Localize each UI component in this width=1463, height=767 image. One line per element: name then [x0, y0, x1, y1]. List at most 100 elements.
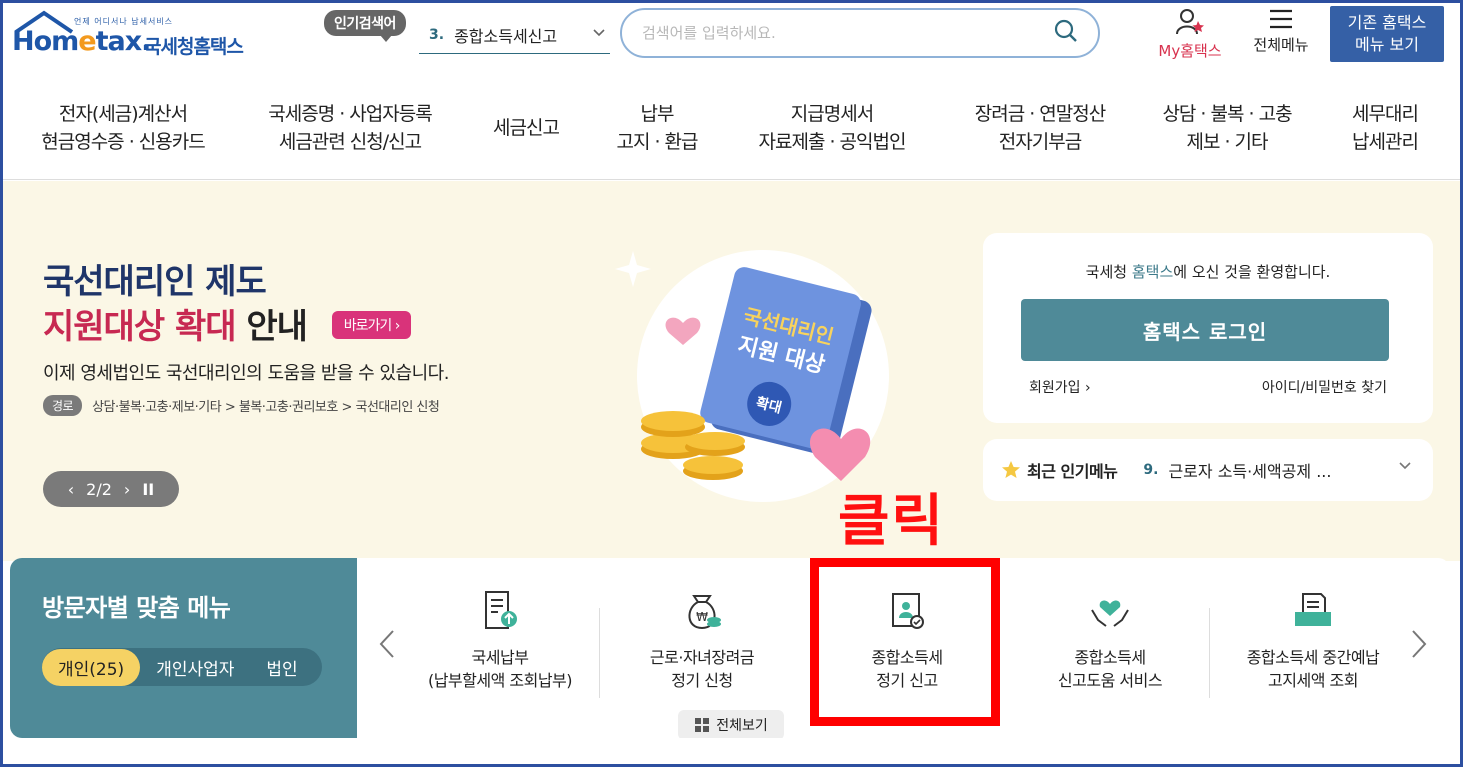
login-button[interactable]: 홈택스 로그인: [1021, 299, 1389, 361]
nav-label: 세금신고: [493, 117, 560, 139]
search-icon[interactable]: [1054, 19, 1078, 47]
hometax-logo[interactable]: 언제 어디서나 납세서비스 Hometax. 국세청홈택스: [12, 8, 262, 68]
view-all-button[interactable]: 전체보기: [678, 710, 784, 738]
logo-korean-name: 국세청홈택스: [144, 36, 244, 58]
hands-heart-icon: [1091, 600, 1129, 627]
nav-label: 지급명세서: [790, 103, 874, 125]
old-menu-label-1: 기존 홈택스: [1347, 13, 1427, 32]
tab-individual[interactable]: 개인(25): [42, 648, 141, 686]
nav-item-payment-statement[interactable]: 지급명세서자료제출 · 공익법인: [742, 100, 922, 156]
menu-item-sublabel: (납부할세액 조회납부): [427, 671, 573, 690]
find-id-password-link[interactable]: 아이디/비밀번호 찾기: [1262, 377, 1387, 397]
menu-item-label: 국세납부: [471, 648, 529, 667]
view-all-label: 전체보기: [716, 718, 768, 734]
divider: [599, 608, 600, 698]
banner-title: 국선대리인 제도: [43, 262, 267, 302]
popular-keyword-text[interactable]: 종합소득세신고: [454, 23, 557, 47]
star-icon: [1002, 461, 1020, 478]
path-text: 상담·불복·고충·제보·기타 > 불복·고충·권리보호 > 국선대리인 신청: [92, 400, 440, 415]
nav-sublabel: 고지 · 환급: [616, 131, 698, 153]
my-hometax-link[interactable]: My홈택스: [1150, 8, 1230, 61]
nav-label: 세무대리: [1352, 103, 1419, 125]
nav-sublabel: 자료제출 · 공익법인: [758, 131, 907, 153]
visitor-menu-title: 방문자별 맞춤 메뉴: [42, 594, 231, 622]
welcome-post: 에 오신 것을 환영합니다.: [1173, 263, 1331, 281]
banner-go-button[interactable]: 바로가기 ›: [331, 311, 412, 339]
money-bag-icon: ₩: [688, 595, 721, 630]
pager-count: 2/2: [86, 479, 112, 499]
menu-item-interim-prepayment[interactable]: 종합소득세 중간예납 고지세액 조회: [1218, 588, 1408, 692]
recent-menu-rank: 9.: [1143, 462, 1159, 478]
chevron-right-icon[interactable]: ›: [124, 480, 130, 499]
welcome-message: 국세청 홈택스에 오신 것을 환영합니다.: [983, 261, 1433, 282]
all-menu-label: 전체메뉴: [1253, 36, 1309, 54]
menu-item-sublabel: 정기 신청: [671, 671, 733, 690]
tab-sole-proprietor[interactable]: 개인사업자: [140, 649, 250, 686]
nav-label: 납부: [640, 103, 675, 125]
menu-item-sublabel: 신고도움 서비스: [1057, 671, 1163, 690]
welcome-pre: 국세청: [1085, 263, 1132, 281]
visitor-menu-header: 방문자별 맞춤 메뉴 개인(25) 개인사업자 법인: [10, 558, 357, 738]
my-hometax-label: My홈택스: [1158, 42, 1222, 60]
welcome-highlight: 홈택스: [1131, 263, 1174, 281]
click-annotation-label: 클릭: [838, 489, 946, 554]
chevron-down-icon[interactable]: [1397, 457, 1413, 477]
nav-item-consult[interactable]: 상담 · 불복 · 고충 제보 · 기타: [1142, 100, 1312, 156]
popular-keyword-rank: 3.: [429, 26, 445, 43]
login-card: 국세청 홈택스에 오신 것을 환영합니다. 홈택스 로그인 회원가입 › 아이디…: [983, 233, 1433, 423]
all-menu-button[interactable]: 전체메뉴: [1244, 8, 1318, 55]
menu-item-label: 종합소득세: [1074, 648, 1146, 667]
menu-item-national-tax-payment[interactable]: 국세납부 (납부할세액 조회납부): [405, 588, 595, 692]
recent-menu-item[interactable]: 근로자 소득·세액공제 ...: [1168, 458, 1331, 482]
banner-pager: ‹ 2/2 › II: [43, 471, 179, 507]
user-star-icon: [1176, 9, 1204, 35]
menu-item-label: 종합소득세 중간예납: [1246, 648, 1380, 667]
document-upload-icon: [485, 591, 517, 629]
search-input[interactable]: [642, 24, 1054, 42]
header: 언제 어디서나 납세서비스 Hometax. 국세청홈택스 인기검색어 3. 종…: [0, 0, 1463, 78]
recent-popular-menu[interactable]: 최근 인기메뉴 9. 근로자 소득·세액공제 ...: [983, 439, 1433, 501]
nav-item-incentive[interactable]: 장려금 · 연말정산 전자기부금: [950, 100, 1130, 156]
divider: [1209, 608, 1210, 698]
nav-item-certificate[interactable]: 국세증명 · 사업자등록 세금관련 신청/신고: [250, 100, 450, 156]
menu-item-income-tax-help[interactable]: 종합소득세 신고도움 서비스: [1015, 588, 1205, 692]
menu-item-work-child-incentive[interactable]: ₩ 근로·자녀장려금 정기 신청: [607, 588, 797, 692]
chevron-down-icon[interactable]: [592, 24, 606, 43]
nav-sublabel: 현금영수증 · 신용카드: [41, 131, 205, 153]
main-nav: 전자(세금)계산서현금영수증 · 신용카드 국세증명 · 사업자등록 세금관련 신…: [0, 90, 1463, 180]
popular-search-badge: 인기검색어: [324, 10, 406, 42]
banner-description: 이제 영세법인도 국선대리인의 도움을 받을 수 있습니다.: [43, 363, 449, 384]
logo-wordmark: Hometax.: [12, 26, 151, 57]
banner-illustration: 국선대리인 지원 대상 확대: [615, 250, 889, 502]
folder-document-icon: [1295, 593, 1331, 626]
menu-item-sublabel: 고지세액 조회: [1268, 671, 1358, 690]
carousel-prev-icon[interactable]: [378, 628, 396, 668]
signup-link[interactable]: 회원가입 ›: [1029, 377, 1091, 397]
recent-menu-title: 최근 인기메뉴: [1027, 462, 1118, 481]
nav-item-e-invoice[interactable]: 전자(세금)계산서현금영수증 · 신용카드: [28, 100, 218, 156]
carousel-next-icon[interactable]: [1410, 628, 1428, 668]
hamburger-icon: [1270, 9, 1292, 29]
pause-icon[interactable]: II: [142, 480, 154, 499]
banner-title-highlight: 지원대상 확대: [43, 307, 237, 347]
search-bar: [620, 8, 1100, 58]
visitor-tabs: 개인(25) 개인사업자 법인: [42, 648, 322, 686]
tab-corporation[interactable]: 법인: [250, 649, 313, 686]
nav-item-tax-return[interactable]: 세금신고: [476, 114, 576, 142]
grid-icon: [695, 718, 710, 732]
nav-label: 국세증명 · 사업자등록: [268, 103, 432, 125]
click-highlight-box: [810, 558, 1000, 726]
menu-item-label: 근로·자녀장려금: [649, 648, 755, 667]
old-menu-label-2: 메뉴 보기: [1355, 35, 1419, 54]
nav-sublabel: 제보 · 기타: [1186, 131, 1268, 153]
banner-title-2: 지원대상 확대 안내 바로가기 ›: [43, 299, 412, 348]
nav-item-tax-agent[interactable]: 세무대리납세관리: [1332, 100, 1438, 156]
nav-item-payment[interactable]: 납부고지 · 환급: [602, 100, 712, 156]
chevron-left-icon[interactable]: ‹: [68, 480, 74, 499]
nav-label: 전자(세금)계산서: [58, 103, 188, 125]
nav-sublabel: 전자기부금: [998, 131, 1082, 153]
old-menu-button[interactable]: 기존 홈택스 메뉴 보기: [1330, 6, 1444, 62]
popular-keyword-dropdown[interactable]: 3. 종합소득세신고: [419, 16, 610, 54]
nav-sublabel: 납세관리: [1352, 131, 1419, 153]
main-banner: 국선대리인 제도 지원대상 확대 안내 바로가기 › 이제 영세법인도 국선대리…: [3, 181, 1460, 561]
